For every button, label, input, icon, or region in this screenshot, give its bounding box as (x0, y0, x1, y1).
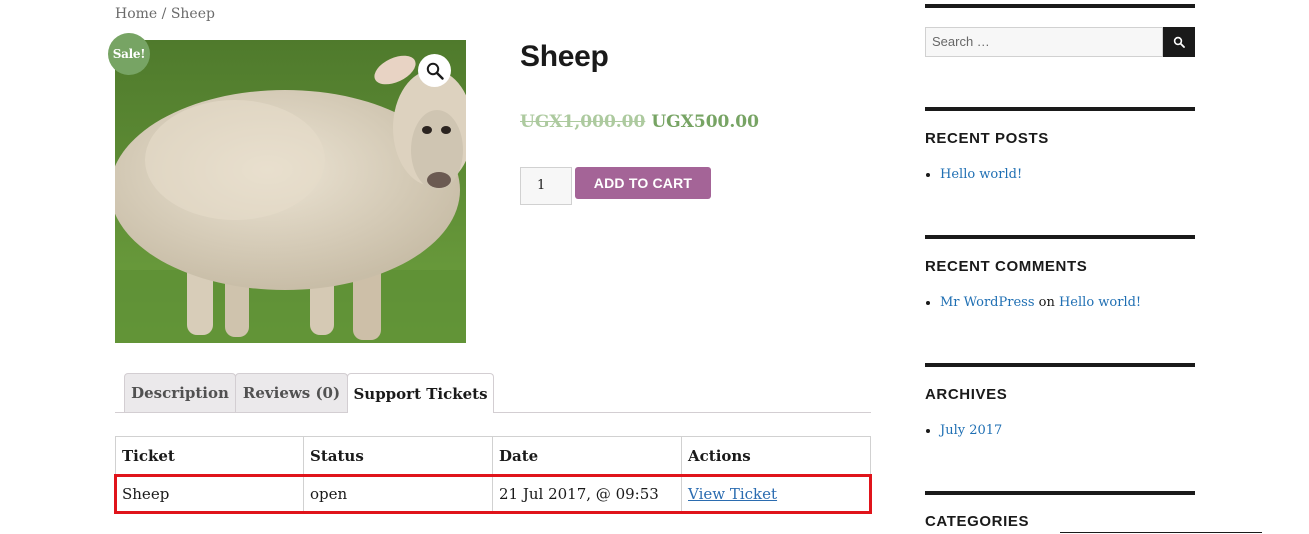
product-image[interactable] (115, 40, 466, 343)
recent-posts-title: RECENT POSTS (925, 130, 1049, 147)
zoom-button[interactable] (418, 54, 451, 87)
recent-comments-title: RECENT COMMENTS (925, 258, 1088, 275)
breadcrumb: Home / Sheep (115, 6, 215, 22)
product-title: Sheep (520, 40, 609, 73)
view-ticket-link[interactable]: View Ticket (688, 485, 777, 503)
tab-support-tickets[interactable]: Support Tickets (347, 373, 494, 413)
breadcrumb-current: Sheep (170, 6, 215, 22)
column-header-date: Date (492, 436, 682, 475)
price: UGX1,000.00 UGX500.00 (520, 112, 759, 132)
archives-title: ARCHIVES (925, 386, 1008, 403)
table-row: Sheep open 21 Jul 2017, @ 09:53 View Tic… (115, 474, 871, 513)
regular-price: UGX1,000.00 (520, 112, 646, 132)
widget-divider (925, 363, 1195, 367)
tab-description[interactable]: Description (124, 373, 236, 412)
support-tickets-table: Ticket Status Date Actions Sheep open 21… (115, 436, 871, 513)
column-header-ticket: Ticket (115, 436, 304, 475)
quantity-input[interactable]: 1 (520, 167, 572, 205)
recent-comments-list: Mr WordPress on Hello world! (925, 295, 1141, 310)
comment-on-text: on (1034, 295, 1059, 310)
widget-divider (925, 491, 1195, 495)
table-header-row: Ticket Status Date Actions (115, 436, 871, 475)
search-icon (1173, 36, 1185, 48)
column-header-status: Status (303, 436, 493, 475)
comment-author-link[interactable]: Mr WordPress (940, 295, 1035, 310)
list-item: July 2017 (925, 423, 1002, 438)
recent-posts-list: Hello world! (925, 167, 1022, 182)
breadcrumb-separator: / (157, 6, 171, 22)
tab-reviews[interactable]: Reviews (0) (235, 373, 348, 412)
widget-divider (925, 4, 1195, 8)
archive-link[interactable]: July 2017 (940, 423, 1002, 438)
sale-badge: Sale! (108, 33, 150, 75)
search-input[interactable]: Search … (925, 27, 1163, 57)
ticket-date-cell: 21 Jul 2017, @ 09:53 (492, 474, 682, 513)
widget-divider (925, 107, 1195, 111)
ticket-actions-cell: View Ticket (681, 474, 871, 513)
magnifier-icon (426, 62, 444, 80)
list-item: Hello world! (925, 167, 1022, 182)
comment-post-link[interactable]: Hello world! (1059, 295, 1141, 310)
column-header-actions: Actions (681, 436, 871, 475)
divider-line (1060, 532, 1262, 533)
breadcrumb-home-link[interactable]: Home (115, 6, 157, 22)
ticket-name-cell: Sheep (115, 474, 304, 513)
categories-title: CATEGORIES (925, 513, 1030, 530)
sale-price: UGX500.00 (651, 112, 759, 132)
sheep-photo (115, 40, 466, 343)
archives-list: July 2017 (925, 423, 1002, 438)
widget-divider (925, 235, 1195, 239)
add-to-cart-button[interactable]: ADD TO CART (575, 167, 711, 199)
search-button[interactable] (1163, 27, 1195, 57)
ticket-status-cell: open (303, 474, 493, 513)
recent-post-link[interactable]: Hello world! (940, 167, 1022, 182)
list-item: Mr WordPress on Hello world! (925, 295, 1141, 310)
